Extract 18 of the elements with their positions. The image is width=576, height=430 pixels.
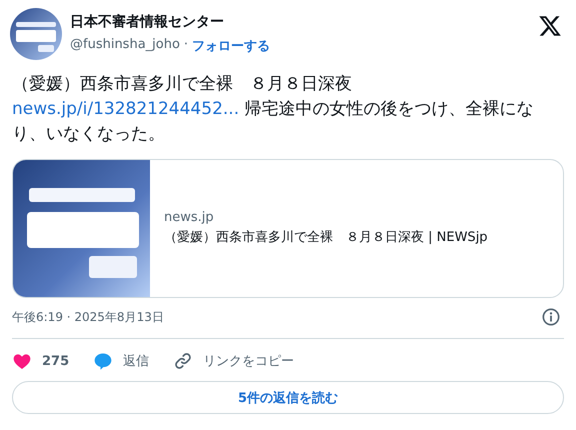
separator-dot: · (184, 37, 188, 54)
follow-link[interactable]: フォローする (192, 37, 270, 55)
x-logo-icon[interactable] (538, 14, 562, 38)
tweet-link[interactable]: news.jp/i/132821244452... (12, 99, 240, 119)
account-name: 日本不審者情報センター (70, 13, 225, 31)
info-icon[interactable] (542, 308, 560, 326)
action-label[interactable]: リンクをコピー (203, 352, 294, 370)
card-domain: news.jp (164, 210, 215, 225)
link-icon[interactable] (173, 351, 194, 371)
link-card[interactable]: news.jp （愛媛）西条市喜多川で全裸 ８月８日深夜 | NEWSjp (12, 159, 564, 298)
card-title: （愛媛）西条市喜多川で全裸 ８月８日深夜 | NEWSjp (164, 229, 489, 247)
like-count: 275 (42, 354, 70, 368)
speech-bubble-icon[interactable] (93, 351, 114, 371)
read-replies-button[interactable]: 5件の返信を読む (12, 381, 564, 414)
account-handle: @fushinsha_joho (70, 37, 180, 54)
tweet-text: （愛媛）西条市喜多川で全裸 ８月８日深夜 news.jp/i/132821244452... 帰宅途中の女性の後をつけ、全裸になり、いなくなった。 (12, 73, 534, 146)
timestamp[interactable]: 午後6:19 · 2025年8月13日 (12, 308, 164, 326)
action-label[interactable]: 返信 (123, 352, 150, 370)
